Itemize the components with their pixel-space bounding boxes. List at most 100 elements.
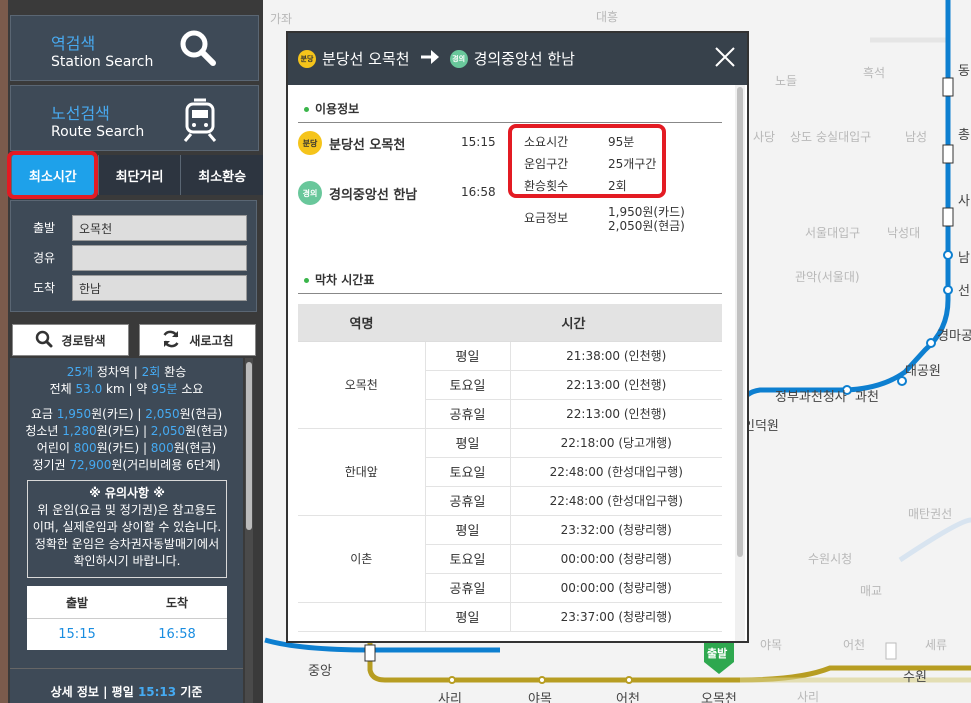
search-icon [178, 28, 218, 72]
bundang-line-badge: 분당 [298, 49, 316, 68]
map-station-label: 선 [958, 284, 970, 299]
map-station-label: 어천 [843, 638, 866, 652]
table-row: 평일 23:37:00 (청량리행) [298, 602, 722, 632]
route-end-time: 16:58 [461, 185, 496, 199]
gyeongui-line-badge: 경의 [298, 181, 322, 205]
map-station-label: 과천 [855, 390, 879, 405]
via-input[interactable] [72, 245, 247, 271]
last-train-table: 역명 시간 오목천 평일 21:38:00 (인천행) 토요일 22:13:00 (인… [298, 304, 722, 632]
col-station: 역명 [298, 304, 425, 342]
summary-youth: 청소년 1,280원(카드) | 2,050원(현금) [25, 424, 228, 438]
map-station-label: 수원시청 [808, 552, 853, 566]
dep-label: 출발 [65, 595, 89, 610]
route-search-submit-label: 경로탐색 [61, 333, 106, 348]
arrival-input[interactable] [72, 275, 247, 301]
divider [298, 122, 722, 123]
gyeongui-line-badge: 경의 [449, 49, 468, 68]
popup-title: 분당 분당선 오목천 경의 경의중앙선 한남 [298, 48, 575, 69]
map-station-label: 숭실대입구 [816, 130, 872, 144]
refresh-button[interactable]: 새로고침 [139, 324, 256, 356]
route-option-tabs: 최소시간 최단거리 최소환승 [10, 155, 263, 195]
route-detail-popup: 분당 분당선 오목천 경의 경의중앙선 한남 이용정보 분당 분당선 오목천 1… [286, 31, 749, 643]
fare-notice: ※ 유의사항 ※ 위 운임(요금 및 정기권)은 참고용도이며, 실제운임과 상… [27, 480, 227, 578]
map-station-label: 관악(서울대) [795, 270, 860, 284]
map-station-label: 경마공 [937, 329, 971, 344]
table-row: 오목천 평일 21:38:00 (인천행) [298, 341, 722, 429]
popup-header: 분당 분당선 오목천 경의 경의중앙선 한남 [288, 33, 747, 85]
map-station-label: 중앙 [308, 664, 332, 679]
notice-title: ※ 유의사항 ※ [89, 486, 165, 500]
summary-stops: 25개 정차역 | 2회 환승 [66, 365, 187, 379]
route-search-en: Route Search [51, 124, 145, 140]
summary-child: 어린이 800원(카드) | 800원(현금) [36, 441, 217, 455]
map-station-label: 정부과천청사 [775, 390, 847, 405]
notice-body: 위 운임(요금 및 정기권)은 참고용도이며, 실제운임과 상이할 수 있습니다… [32, 503, 222, 568]
popup-from: 분당선 오목천 [322, 50, 410, 68]
divider [298, 293, 722, 294]
map-station-label: 상도 [790, 130, 813, 144]
panel-edge [0, 0, 8, 703]
train-icon [182, 98, 218, 146]
map-station-label: 노들 [775, 74, 798, 88]
map-station-label: 남성 [905, 130, 928, 144]
arrow-right-icon [420, 49, 440, 69]
popup-to: 경의중앙선 한남 [473, 50, 575, 68]
map-station-label: 사리 [797, 690, 820, 703]
popup-body: 이용정보 분당 분당선 오목천 15:15 경의 경의중앙선 한남 16:58 … [288, 85, 736, 641]
map-station-label: 수원 [903, 670, 927, 685]
route-start-time: 15:15 [461, 135, 496, 149]
route-end-station: 경의 경의중앙선 한남 [298, 181, 417, 205]
map-station-label: 어천 [616, 692, 640, 703]
sidebar-scroll-thumb[interactable] [246, 362, 252, 530]
bundang-line-badge: 분당 [298, 131, 322, 155]
map-station-label: 사당 [753, 130, 776, 144]
tab-min-transfer[interactable]: 최소환승 [180, 155, 263, 195]
arr-time: 16:58 [158, 627, 196, 642]
table-row: 이촌 평일 23:32:00 (청량리행) [298, 515, 722, 603]
departure-label: 출발 [33, 221, 56, 235]
dep-time: 15:15 [58, 627, 96, 642]
sidebar: 역검색 Station Search 노선검색 Route Search 최소시… [0, 0, 263, 703]
map-station-label: 매탄권선 [908, 507, 953, 521]
route-summary: 25개 정차역 | 2회 환승 전체 53.0 km | 약 95분 소요 요금… [10, 358, 243, 703]
summary-pass: 정기권 72,900원(거리비례용 6단계) [32, 458, 221, 472]
tab-shortest-distance[interactable]: 최단거리 [97, 155, 181, 195]
map-station-label: 사리 [438, 692, 462, 703]
via-row: 경유 [11, 245, 256, 271]
station-search-ko: 역검색 [51, 34, 96, 53]
summary-fare: 요금 1,950원(카드) | 2,050원(현금) [30, 407, 223, 421]
summary-total: 전체 53.0 km | 약 95분 소요 [49, 382, 204, 396]
map-station-label: 대공원 [905, 364, 941, 379]
popup-scrollbar[interactable] [735, 85, 745, 641]
map-station-label: 대흥 [596, 10, 619, 24]
route-search-submit-button[interactable]: 경로탐색 [12, 324, 129, 356]
map-station-label: 오목천 [701, 692, 737, 703]
usage-section-title: 이용정보 [304, 100, 359, 117]
close-icon[interactable] [713, 45, 737, 69]
arr-label: 도착 [165, 595, 189, 610]
route-search-button[interactable]: 노선검색 Route Search [10, 85, 259, 151]
departure-row: 출발 [11, 215, 256, 241]
map-station-label: 사 [958, 194, 970, 209]
popup-scroll-thumb[interactable] [737, 87, 743, 557]
departure-input[interactable] [72, 215, 247, 241]
refresh-icon [161, 329, 181, 352]
search-icon [35, 330, 53, 351]
map-station-label: 낙성대 [887, 226, 921, 240]
map-station-label: 남 [958, 251, 970, 266]
dep-arr-times: 출발 도착 15:15 16:58 [27, 586, 227, 650]
map-station-label: 총 [958, 128, 970, 143]
tab-min-time[interactable]: 최소시간 [11, 155, 94, 195]
route-search-ko: 노선검색 [51, 104, 110, 123]
map-station-label: 흑석 [863, 66, 886, 80]
route-start-station: 분당 분당선 오목천 [298, 131, 405, 155]
arrival-row: 도착 [11, 275, 256, 301]
start-marker-label: 출발 [707, 647, 728, 660]
sidebar-scrollbar[interactable] [245, 358, 253, 703]
station-search-button[interactable]: 역검색 Station Search [10, 15, 259, 81]
last-train-section-title: 막차 시간표 [304, 271, 374, 288]
map-station-label: 야목 [528, 692, 552, 703]
highlight-box [508, 124, 666, 198]
via-label: 경유 [33, 251, 56, 265]
map-station-label: 야목 [760, 638, 783, 652]
